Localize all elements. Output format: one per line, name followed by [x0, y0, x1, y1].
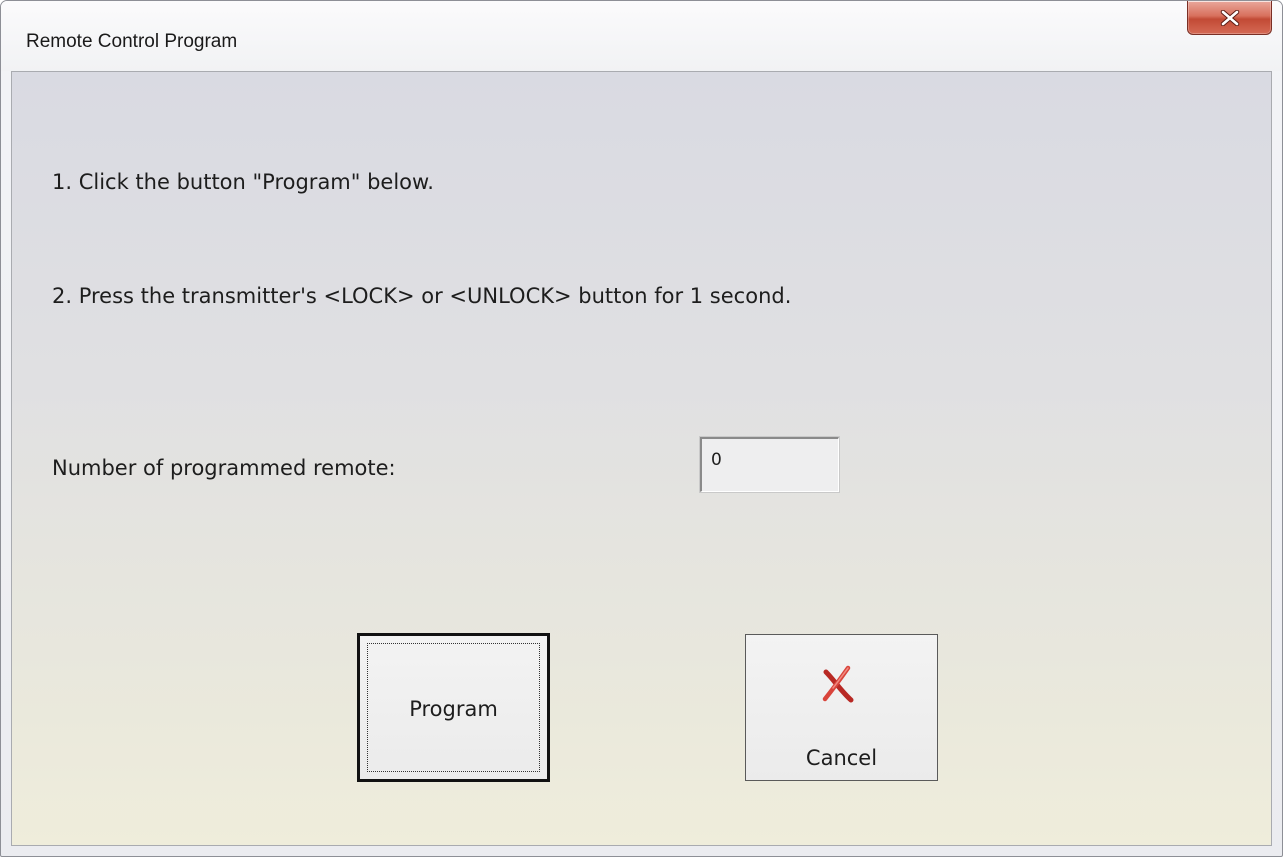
- instruction-step-2: 2. Press the transmitter's <LOCK> or <UN…: [52, 284, 792, 308]
- red-x-icon: [822, 665, 854, 703]
- programmed-count-label: Number of programmed remote:: [52, 456, 396, 480]
- instruction-step-1: 1. Click the button "Program" below.: [52, 170, 434, 194]
- close-button[interactable]: [1187, 1, 1272, 35]
- close-icon: [1220, 10, 1240, 26]
- dialog-body: 1. Click the button "Program" below. 2. …: [11, 71, 1272, 846]
- program-button-label: Program: [409, 697, 498, 721]
- dialog-window: Remote Control Program 1. Click the butt…: [0, 0, 1283, 857]
- cancel-button[interactable]: Cancel: [745, 634, 938, 781]
- title-bar[interactable]: Remote Control Program: [1, 1, 1282, 71]
- program-button[interactable]: Program: [357, 633, 550, 782]
- cancel-button-label: Cancel: [805, 746, 878, 770]
- programmed-count-field: 0: [700, 437, 839, 492]
- window-title: Remote Control Program: [26, 31, 238, 52]
